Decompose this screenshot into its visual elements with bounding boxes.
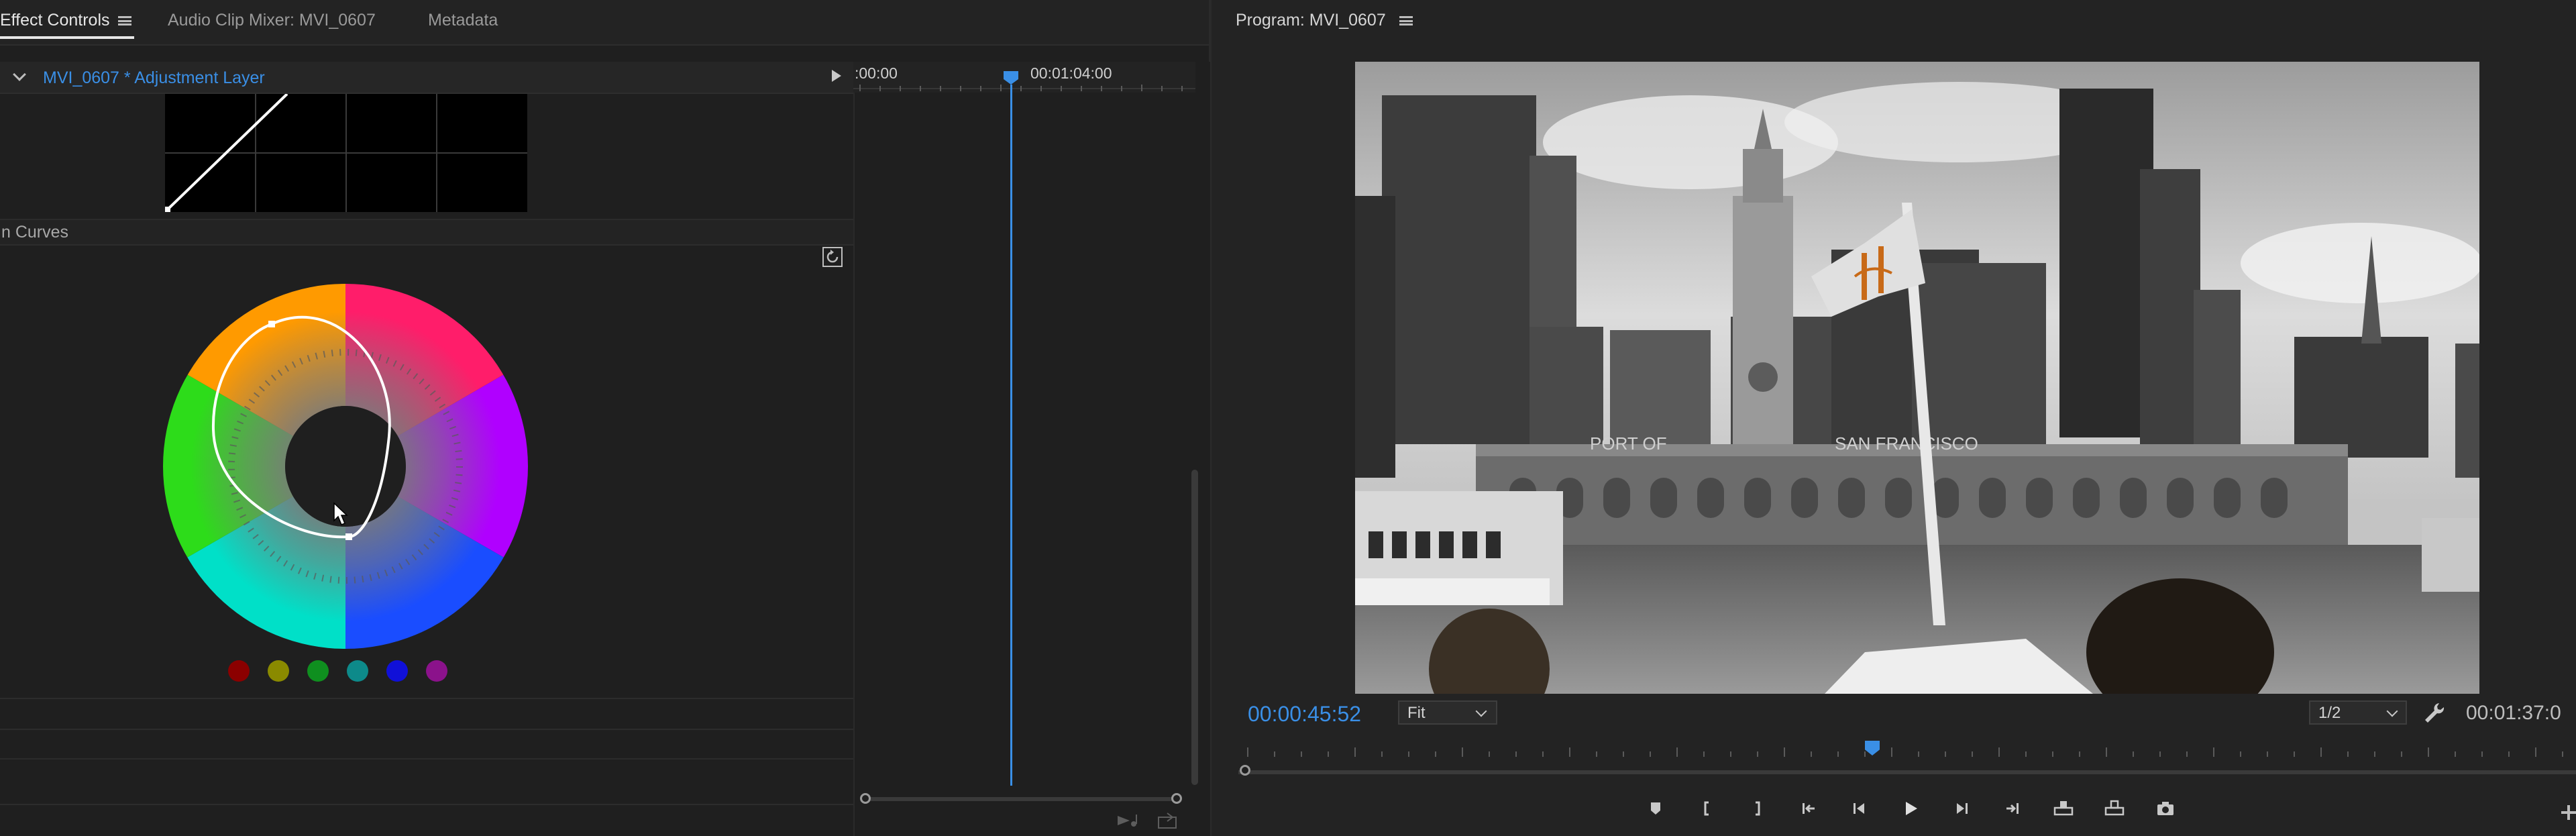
- go-to-in-icon: [1803, 803, 1815, 814]
- timeline-horizontal-scrollbar[interactable]: [867, 797, 1179, 801]
- monitor-menu-icon[interactable]: [1399, 16, 1413, 25]
- chevron-down-icon[interactable]: [13, 68, 26, 81]
- go-to-out-button[interactable]: [1987, 793, 2038, 824]
- section-title: n Curves: [1, 223, 69, 242]
- button-editor-plus-icon[interactable]: [2561, 800, 2576, 826]
- tab-effect-controls[interactable]: Effect Controls: [0, 11, 110, 30]
- zoom-select-value: Fit: [1407, 704, 1426, 722]
- play-icon[interactable]: [832, 70, 841, 82]
- export-icon[interactable]: [1157, 812, 1179, 834]
- step-back-button[interactable]: [1834, 793, 1885, 824]
- transport-controls: [1630, 793, 2191, 824]
- playback-resolution-value: 1/2: [2318, 704, 2341, 722]
- swatch-green[interactable]: [307, 660, 329, 682]
- sign-port-of: PORT OF: [1590, 433, 1667, 454]
- swatch-cyan[interactable]: [347, 660, 368, 682]
- curve-grid: [165, 93, 527, 212]
- add-marker-button[interactable]: [1630, 793, 1681, 824]
- program-video-frame[interactable]: PORT OF SAN FRANCISCO: [1355, 62, 2479, 694]
- audio-filter-icon[interactable]: [1116, 812, 1139, 834]
- swatch-blue[interactable]: [386, 660, 408, 682]
- zoom-handle-left[interactable]: [1240, 765, 1250, 776]
- export-frame-button[interactable]: [2140, 793, 2191, 824]
- timeline-playhead-line: [1010, 85, 1012, 786]
- mark-in-button[interactable]: [1681, 793, 1732, 824]
- row-divider: [0, 729, 853, 730]
- step-forward-button[interactable]: [1936, 793, 1987, 824]
- extract-icon: [2104, 800, 2125, 816]
- wrench-icon[interactable]: [2422, 700, 2446, 725]
- effect-timeline-ruler[interactable]: [853, 62, 1195, 93]
- clip-name[interactable]: MVI_0607 * Adjustment Layer: [43, 68, 265, 88]
- panel-tab-bar: Effect Controls Audio Clip Mixer: MVI_06…: [0, 0, 1209, 46]
- program-monitor-title[interactable]: Program: MVI_0607: [1236, 11, 1386, 30]
- hue-color-wheel[interactable]: [161, 281, 530, 651]
- timeline-mark-time: 00:01:04:00: [1030, 64, 1112, 82]
- mark-out-icon: [1756, 801, 1760, 816]
- mark-out-button[interactable]: [1732, 793, 1783, 824]
- panel-menu-icon[interactable]: [118, 16, 131, 25]
- curve-graph[interactable]: [165, 93, 527, 212]
- scroll-handle-right[interactable]: [1171, 793, 1182, 804]
- play-icon: [1906, 802, 1917, 815]
- go-to-in-button[interactable]: [1783, 793, 1834, 824]
- camera-icon: [2157, 802, 2174, 815]
- sign-san-francisco: SAN FRANCISCO: [1835, 433, 1978, 454]
- scroll-handle-left[interactable]: [860, 793, 871, 804]
- go-to-out-icon: [2006, 803, 2019, 814]
- play-button[interactable]: [1885, 793, 1936, 824]
- swatch-red[interactable]: [228, 660, 250, 682]
- clip-header[interactable]: MVI_0607 * Adjustment Layer: [0, 62, 853, 94]
- marker-icon: [1651, 802, 1660, 815]
- swatch-magenta[interactable]: [426, 660, 447, 682]
- tab-metadata[interactable]: Metadata: [428, 11, 498, 30]
- chevron-down-icon: [2386, 705, 2398, 717]
- active-tab-indicator: [0, 36, 134, 39]
- lift-icon: [2053, 801, 2074, 816]
- color-swatches: [228, 660, 447, 683]
- row-divider: [0, 758, 853, 760]
- mark-in-icon: [1704, 801, 1709, 816]
- monitor-time-ruler[interactable]: [1234, 738, 2576, 758]
- lift-button[interactable]: [2038, 793, 2089, 824]
- tab-audio-clip-mixer[interactable]: Audio Clip Mixer: MVI_0607: [168, 11, 376, 30]
- playback-resolution-select[interactable]: 1/2: [2309, 700, 2407, 725]
- sequence-duration: 00:01:37:0: [2466, 702, 2561, 724]
- monitor-zoom-scrollbar[interactable]: [1238, 770, 2576, 774]
- effect-timeline[interactable]: [853, 62, 1210, 836]
- reset-icon[interactable]: [821, 246, 844, 268]
- section-header[interactable]: n Curves: [0, 219, 853, 246]
- row-divider: [0, 698, 853, 699]
- extract-button[interactable]: [2089, 793, 2140, 824]
- step-forward-icon: [1957, 803, 1968, 814]
- chevron-down-icon: [1475, 705, 1487, 717]
- playhead-timecode[interactable]: 00:00:45:52: [1248, 702, 1361, 727]
- row-divider: [0, 804, 853, 805]
- timeline-start-time: :00:00: [855, 64, 898, 82]
- swatch-yellow[interactable]: [268, 660, 289, 682]
- zoom-select[interactable]: Fit: [1398, 700, 1497, 725]
- video-scene: PORT OF SAN FRANCISCO: [1355, 62, 2479, 694]
- step-back-icon: [1854, 803, 1864, 814]
- timeline-vertical-scrollbar[interactable]: [1191, 470, 1198, 785]
